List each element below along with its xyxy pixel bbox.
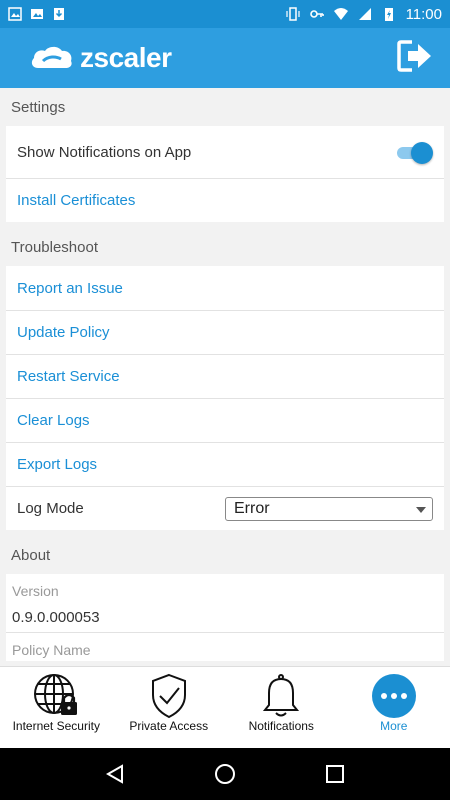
update-policy-link[interactable]: Update Policy bbox=[6, 310, 444, 354]
nav-notifications[interactable]: Notifications bbox=[225, 667, 338, 748]
globe-lock-icon bbox=[34, 674, 78, 715]
export-logs-link[interactable]: Export Logs bbox=[6, 442, 444, 486]
nav-internet-security[interactable]: Internet Security bbox=[0, 667, 113, 748]
bottom-navigation: Internet Security Private Access Notific… bbox=[0, 666, 450, 748]
about-card: Version 0.9.0.000053 Policy Name bbox=[6, 574, 444, 661]
log-mode-row: Log Mode Error bbox=[6, 486, 444, 530]
about-section-title: About bbox=[11, 546, 51, 564]
troubleshoot-card: Report an Issue Update Policy Restart Se… bbox=[6, 266, 444, 530]
status-time: 11:00 bbox=[405, 5, 442, 23]
image-icon bbox=[8, 7, 22, 21]
show-notifications-label: Show Notifications on App bbox=[17, 143, 192, 161]
version-row: Version 0.9.0.000053 bbox=[6, 574, 444, 632]
home-icon[interactable] bbox=[214, 763, 236, 785]
bell-icon bbox=[263, 674, 300, 717]
update-policy-label: Update Policy bbox=[17, 324, 110, 341]
show-notifications-row: Show Notifications on App bbox=[6, 126, 444, 178]
version-value: 0.9.0.000053 bbox=[12, 608, 100, 626]
logout-icon bbox=[397, 39, 431, 72]
install-certificates-label: Install Certificates bbox=[17, 192, 136, 209]
log-mode-select[interactable]: Error bbox=[225, 496, 433, 521]
version-label: Version bbox=[12, 583, 59, 599]
nav-private-access-label: Private Access bbox=[129, 719, 209, 733]
signal-icon bbox=[358, 8, 371, 20]
policy-name-row: Policy Name bbox=[6, 632, 444, 661]
nav-notifications-label: Notifications bbox=[248, 719, 314, 733]
settings-section-title: Settings bbox=[11, 98, 66, 116]
status-bar: 11:00 bbox=[0, 0, 450, 28]
log-mode-value: Error bbox=[234, 499, 270, 517]
back-icon[interactable] bbox=[104, 763, 126, 785]
install-certificates-link[interactable]: Install Certificates bbox=[6, 178, 444, 222]
gallery-icon bbox=[31, 9, 43, 19]
report-issue-label: Report an Issue bbox=[17, 279, 123, 297]
logout-button[interactable] bbox=[396, 39, 434, 78]
clear-logs-label: Clear Logs bbox=[17, 412, 90, 429]
settings-card: Show Notifications on App Install Certif… bbox=[6, 126, 444, 222]
vibrate-icon bbox=[285, 7, 300, 21]
zscaler-cloud-icon bbox=[31, 46, 72, 68]
nav-private-access[interactable]: Private Access bbox=[113, 667, 226, 748]
app-bar: zscaler bbox=[0, 28, 450, 88]
battery-charging-icon bbox=[384, 8, 393, 21]
system-navigation-bar bbox=[0, 748, 450, 800]
restart-service-link[interactable]: Restart Service bbox=[6, 354, 444, 398]
more-screen-content[interactable]: Settings Show Notifications on App Insta… bbox=[0, 88, 450, 666]
clear-logs-link[interactable]: Clear Logs bbox=[6, 398, 444, 442]
recents-icon[interactable] bbox=[324, 763, 346, 785]
dropdown-arrow-icon bbox=[416, 506, 426, 513]
logo-text: zscaler bbox=[80, 42, 172, 73]
log-mode-label: Log Mode bbox=[17, 500, 84, 517]
zscaler-logo: zscaler bbox=[30, 42, 172, 74]
policy-name-label: Policy Name bbox=[12, 642, 91, 658]
toggle-knob bbox=[411, 142, 433, 164]
download-icon bbox=[54, 8, 64, 20]
troubleshoot-section-title: Troubleshoot bbox=[11, 238, 98, 256]
nav-more[interactable]: More bbox=[338, 667, 450, 748]
more-dots-icon bbox=[371, 674, 416, 718]
nav-more-label: More bbox=[380, 719, 408, 733]
show-notifications-toggle[interactable] bbox=[395, 141, 433, 164]
key-icon bbox=[309, 10, 324, 18]
restart-service-label: Restart Service bbox=[17, 368, 120, 385]
shield-check-icon bbox=[151, 673, 186, 719]
report-issue-link[interactable]: Report an Issue bbox=[6, 266, 444, 310]
export-logs-label: Export Logs bbox=[17, 456, 98, 473]
wifi-icon bbox=[333, 8, 348, 20]
nav-internet-security-label: Internet Security bbox=[12, 719, 100, 733]
